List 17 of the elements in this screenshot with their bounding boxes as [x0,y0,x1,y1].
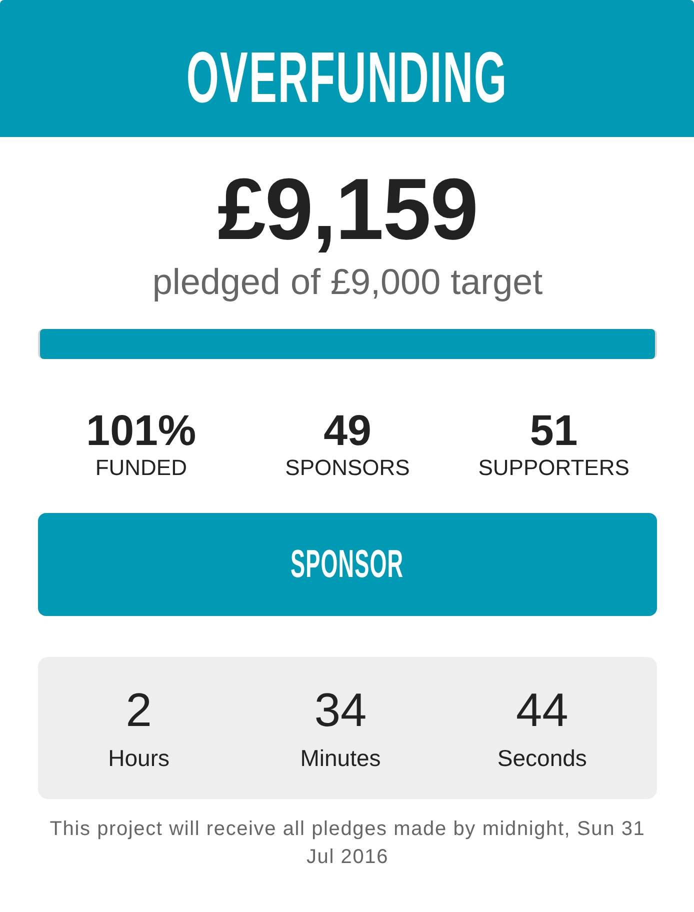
deadline-note: This project will receive all pledges made by midnight, Sun 31 Jul 2016 [48,817,646,870]
stat-label: FUNDED [95,455,187,481]
stat-value: 51 [530,407,578,455]
stat-label: SUPPORTERS [478,455,630,481]
countdown-value: 34 [314,685,367,735]
sponsor-button[interactable]: SPONSOR [38,513,657,616]
countdown-value: 2 [126,685,152,735]
countdown-unit: Minutes [300,744,381,772]
countdown-value: 44 [516,685,568,735]
pledge-caption: pledged of £9,000 target [152,262,543,302]
stat-value: 49 [324,407,372,455]
countdown-unit: Hours [108,744,170,772]
stat-label: SPONSORS [285,455,410,481]
pledged-amount: £9,159 [217,165,478,255]
countdown-unit: Seconds [497,744,587,772]
stat-value: 101% [86,407,196,455]
header-title: OVERFUNDING [186,42,508,114]
